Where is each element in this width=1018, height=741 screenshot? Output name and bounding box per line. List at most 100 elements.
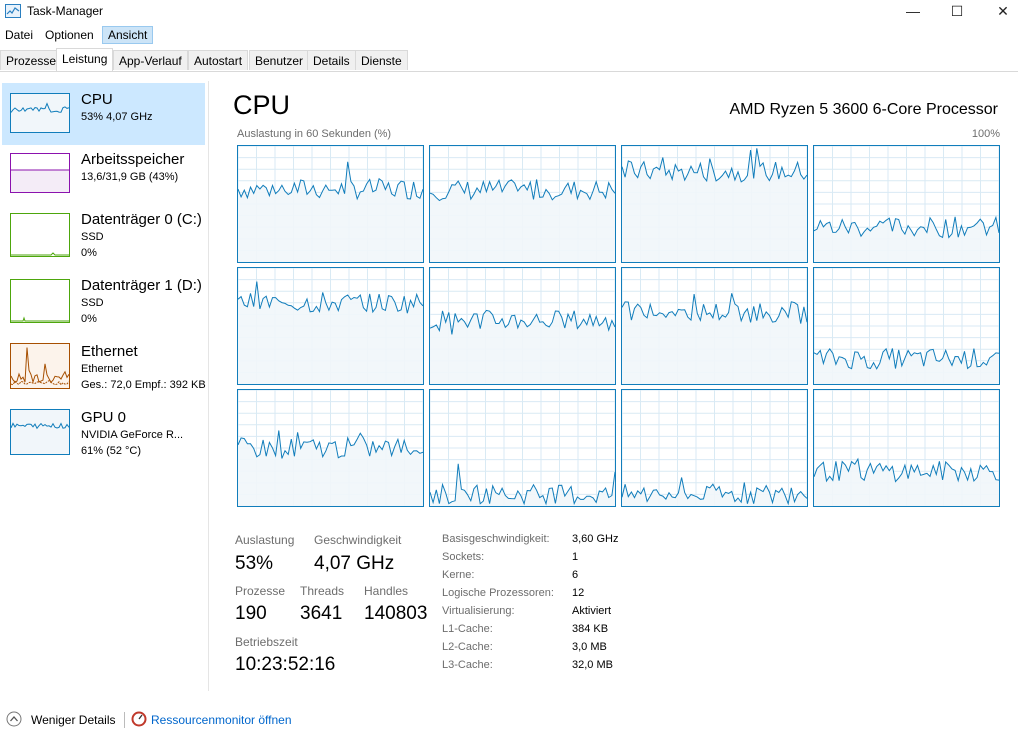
open-resource-monitor-link[interactable]: Ressourcenmonitor öffnen (151, 713, 292, 727)
memory-thumbnail-graph (10, 153, 70, 193)
sidebar-item-label: CPU (81, 91, 113, 108)
sidebar-item-disk-0[interactable]: Datenträger 0 (C:) SSD 0% (2, 203, 205, 265)
spec-base-speed-value: 3,60 GHz (572, 533, 619, 545)
sidebar-item-label: GPU 0 (81, 409, 127, 426)
spec-virtualization-value: Aktiviert (572, 605, 612, 617)
sidebar-item-detail: SSD (81, 297, 104, 309)
spec-logical-value: 12 (572, 587, 585, 599)
sidebar-item-value: Ges.: 72,0 Empf.: 392 KB (81, 379, 206, 391)
utilization-value: 53% (235, 553, 274, 574)
tab-app-verlauf[interactable]: App-Verlauf (113, 50, 188, 70)
processes-label: Prozesse (235, 584, 286, 598)
logical-processor-graph-2 (621, 145, 808, 263)
logical-processor-graph-4 (237, 267, 424, 385)
tab-autostart[interactable]: Autostart (188, 50, 249, 70)
cpu-thumbnail-graph (10, 93, 70, 133)
menu-ansicht[interactable]: Ansicht (102, 26, 154, 44)
logical-processor-graph-0 (237, 145, 424, 263)
tab-leistung[interactable]: Leistung (56, 48, 114, 71)
spec-l2-value: 3,0 MB (572, 641, 607, 653)
window-title: Task-Manager (27, 4, 104, 18)
tab-prozesse[interactable]: Prozesse (0, 50, 63, 70)
spec-base-speed-label: Basisgeschwindigkeit: (442, 533, 550, 545)
spec-l1-label: L1-Cache: (442, 623, 493, 635)
page-title: CPU (233, 90, 291, 120)
graph-caption: Auslastung in 60 Sekunden (%) (237, 128, 392, 140)
tab-details[interactable]: Details (307, 50, 356, 70)
minimize-button[interactable]: — (890, 0, 936, 24)
spec-cores-value: 6 (572, 569, 579, 581)
task-manager-icon (5, 4, 21, 18)
resource-sidebar: CPU 53% 4,07 GHz Arbeitsspeicher 13,6/31… (0, 81, 209, 691)
sidebar-item-gpu-0[interactable]: GPU 0 NVIDIA GeForce R... 61% (52 °C) (2, 401, 205, 463)
sidebar-item-detail: Ethernet (81, 363, 123, 375)
sidebar-item-detail: NVIDIA GeForce R... (81, 429, 184, 441)
logical-processor-graph-10 (621, 389, 808, 507)
speed-value: 4,07 GHz (314, 553, 395, 574)
gpu-thumbnail-graph (10, 409, 70, 455)
spec-virtualization-label: Virtualisierung: (442, 605, 515, 617)
sidebar-item-ethernet[interactable]: Ethernet Ethernet Ges.: 72,0 Empf.: 392 … (2, 335, 206, 397)
close-button[interactable]: ✕ (980, 0, 1018, 24)
sidebar-item-disk-1[interactable]: Datenträger 1 (D:) SSD 0% (2, 269, 205, 331)
tab-benutzer[interactable]: Benutzer (249, 50, 310, 70)
usage-area (430, 179, 615, 262)
sidebar-item-value: 0% (81, 313, 97, 325)
title-bar: Task-Manager — ☐ ✕ (0, 0, 1018, 24)
disk-0-thumbnail-graph (10, 213, 70, 257)
usage-line (10, 347, 70, 384)
handles-value: 140803 (364, 603, 428, 624)
threads-label: Threads (300, 584, 345, 598)
logical-processor-graph-8 (237, 389, 424, 507)
logical-processor-graphs (237, 145, 1000, 507)
sidebar-item-label: Arbeitsspeicher (81, 151, 185, 168)
utilization-label: Auslastung (235, 533, 295, 547)
sidebar-item-cpu[interactable]: CPU 53% 4,07 GHz (2, 83, 205, 145)
menu-bar: Datei Optionen Ansicht (0, 26, 1018, 46)
disk-1-thumbnail-graph (10, 279, 70, 323)
processor-name: AMD Ryzen 5 3600 6-Core Processor (729, 101, 998, 118)
sidebar-item-detail: SSD (81, 231, 104, 243)
fewer-details-button[interactable]: Weniger Details (31, 713, 115, 727)
tab-bar: Prozesse Leistung App-Verlauf Autostart … (0, 48, 1018, 72)
graph-max-label: 100% (971, 128, 1000, 140)
footer-divider (124, 712, 125, 728)
usage-area (11, 103, 69, 132)
sidebar-item-memory[interactable]: Arbeitsspeicher 13,6/31,9 GB (43%) (2, 143, 205, 205)
cpu-performance-panel: CPU AMD Ryzen 5 3600 6-Core Processor Au… (220, 81, 1010, 691)
sidebar-item-label: Datenträger 0 (C:) (81, 211, 202, 228)
logical-processor-graph-6 (621, 267, 808, 385)
maximize-button[interactable]: ☐ (934, 0, 980, 24)
sidebar-item-detail: 13,6/31,9 GB (43%) (81, 171, 179, 183)
ethernet-thumbnail-graph (10, 343, 70, 389)
spec-sockets-label: Sockets: (442, 551, 485, 563)
sidebar-item-label: Datenträger 1 (D:) (81, 277, 202, 294)
menu-datei[interactable]: Datei (0, 26, 38, 44)
logical-processor-graph-9 (429, 389, 616, 507)
logical-processor-graph-5 (429, 267, 616, 385)
resource-monitor-icon[interactable] (131, 711, 147, 727)
logical-processor-graph-3 (813, 145, 1000, 263)
menu-optionen[interactable]: Optionen (40, 26, 99, 44)
sidebar-item-detail: 53% 4,07 GHz (81, 111, 153, 123)
chevron-up-icon[interactable] (6, 711, 22, 727)
uptime-value: 10:23:52:16 (235, 654, 336, 675)
uptime-label: Betriebszeit (235, 635, 298, 649)
spec-logical-label: Logische Prozessoren: (442, 587, 554, 599)
footer-bar: Weniger Details Ressourcenmonitor öffnen (0, 708, 1018, 732)
speed-label: Geschwindigkeit (314, 533, 402, 547)
spec-l2-label: L2-Cache: (442, 641, 493, 653)
spec-sockets-value: 1 (572, 551, 579, 563)
spec-l3-label: L3-Cache: (442, 659, 493, 671)
threads-value: 3641 (300, 603, 343, 624)
sidebar-item-value: 61% (52 °C) (81, 445, 142, 457)
logical-processor-graph-7 (813, 267, 1000, 385)
logical-processor-graph-11 (813, 389, 1000, 507)
sidebar-item-label: Ethernet (81, 343, 138, 360)
spec-cores-label: Kerne: (442, 569, 475, 581)
spec-l1-value: 384 KB (572, 623, 609, 635)
tab-dienste[interactable]: Dienste (355, 50, 408, 70)
spec-l3-value: 32,0 MB (572, 659, 613, 671)
processes-value: 190 (235, 603, 267, 624)
handles-label: Handles (364, 584, 409, 598)
